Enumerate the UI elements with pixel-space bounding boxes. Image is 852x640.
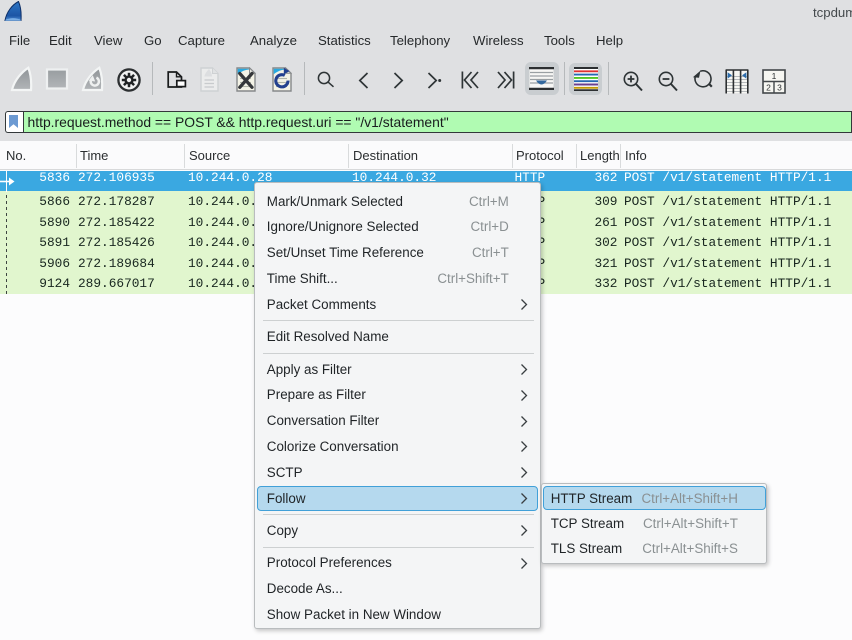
svg-text:2: 2 [766,82,771,92]
svg-text:1: 1 [771,70,776,80]
svg-text:3: 3 [777,82,782,92]
